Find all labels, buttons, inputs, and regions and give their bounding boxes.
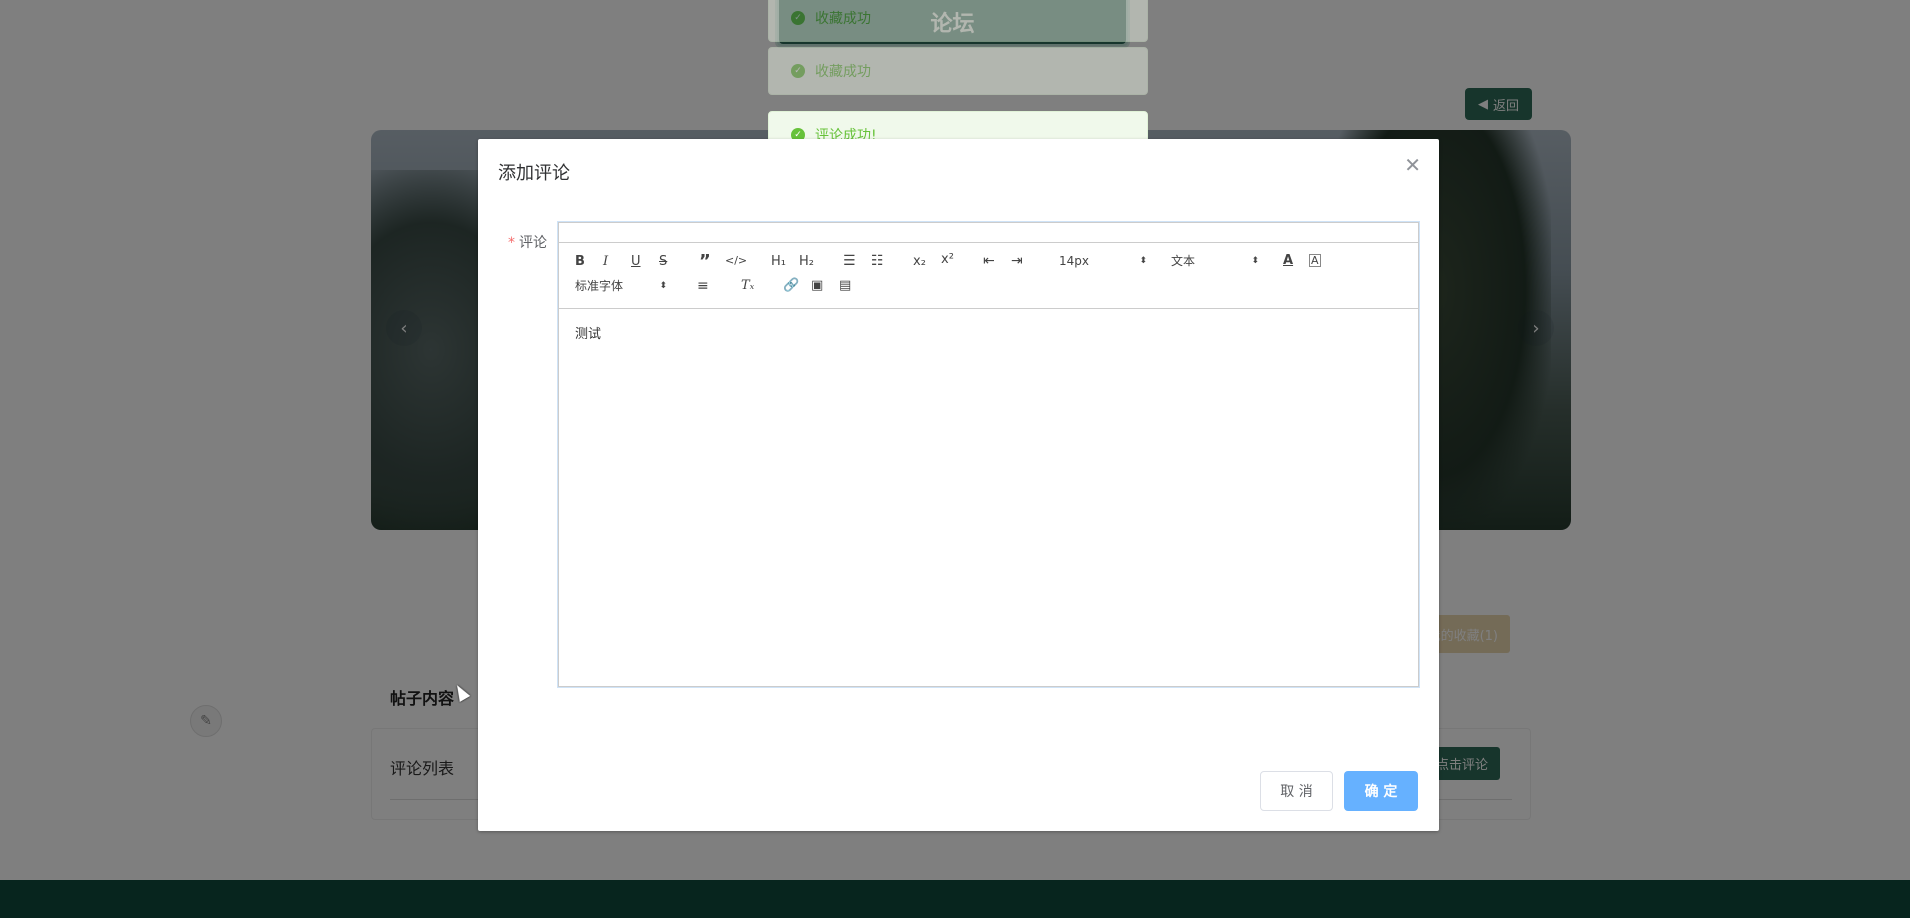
superscript-icon[interactable]: x² bbox=[941, 253, 954, 266]
background-color-icon[interactable]: A bbox=[1309, 254, 1321, 267]
font-family-value: 标准字体 bbox=[575, 279, 624, 293]
select-arrow-icon: ⬍ bbox=[659, 280, 667, 291]
link-icon[interactable]: 🔗 bbox=[783, 279, 799, 292]
check-circle-icon: ✓ bbox=[791, 64, 805, 78]
editor-top-border bbox=[559, 223, 1418, 243]
confirm-button[interactable]: 确 定 bbox=[1344, 771, 1418, 811]
close-icon[interactable]: ✕ bbox=[1404, 155, 1421, 175]
heading-select[interactable]: 文本 ⬍ bbox=[1171, 255, 1259, 267]
select-arrow-icon: ⬍ bbox=[1139, 255, 1147, 266]
editor-content[interactable]: 测试 bbox=[575, 323, 601, 342]
ordered-list-icon[interactable]: ☰ bbox=[843, 254, 856, 268]
rich-text-editor[interactable]: B I U S ” </> H₁ H₂ ☰ ☷ x₂ x² ⇤ ⇥ 14px ⬍ … bbox=[558, 222, 1419, 687]
comment-label-text: 评论 bbox=[519, 235, 547, 251]
select-arrow-icon: ⬍ bbox=[1251, 255, 1259, 266]
font-family-select[interactable]: 标准字体 ⬍ bbox=[575, 280, 667, 292]
font-size-value: 14px bbox=[1059, 254, 1089, 268]
bold-icon[interactable]: B bbox=[575, 255, 585, 268]
font-color-icon[interactable]: A bbox=[1283, 254, 1293, 267]
indent-icon[interactable]: ⇥ bbox=[1011, 254, 1023, 268]
font-size-select[interactable]: 14px ⬍ bbox=[1059, 255, 1147, 267]
align-left-icon[interactable]: ≡ bbox=[697, 279, 709, 293]
editor-toolbar: B I U S ” </> H₁ H₂ ☰ ☷ x₂ x² ⇤ ⇥ 14px ⬍ … bbox=[559, 243, 1418, 309]
blockquote-icon[interactable]: ” bbox=[699, 253, 711, 271]
video-icon[interactable]: ▤ bbox=[839, 279, 851, 292]
cancel-button[interactable]: 取 消 bbox=[1260, 771, 1333, 811]
bullet-list-icon[interactable]: ☷ bbox=[871, 254, 884, 268]
italic-icon[interactable]: I bbox=[603, 255, 608, 268]
outdent-icon[interactable]: ⇤ bbox=[983, 254, 995, 268]
message-toast: ✓ 收藏成功 bbox=[768, 47, 1148, 95]
message-toast: ✓ 收藏成功 bbox=[768, 0, 1148, 42]
image-icon[interactable]: ▣ bbox=[811, 279, 823, 292]
underline-icon[interactable]: U bbox=[631, 255, 641, 268]
header-2-icon[interactable]: H₂ bbox=[799, 255, 814, 268]
add-comment-dialog: 添加评论 ✕ * 评论 B I U S ” </> H₁ H₂ ☰ ☷ x₂ x²… bbox=[478, 139, 1439, 831]
required-mark: * bbox=[508, 235, 515, 251]
strikethrough-icon[interactable]: S bbox=[659, 255, 667, 268]
heading-value: 文本 bbox=[1171, 254, 1196, 268]
subscript-icon[interactable]: x₂ bbox=[913, 255, 926, 268]
clear-format-icon[interactable]: Tₓ bbox=[741, 279, 754, 292]
header-1-icon[interactable]: H₁ bbox=[771, 255, 786, 268]
check-circle-icon: ✓ bbox=[791, 11, 805, 25]
comment-field-label: * 评论 bbox=[508, 232, 547, 252]
code-block-icon[interactable]: </> bbox=[725, 255, 747, 266]
dialog-title: 添加评论 bbox=[498, 163, 570, 184]
message-text: 收藏成功 bbox=[815, 11, 871, 27]
message-text: 收藏成功 bbox=[815, 64, 871, 80]
